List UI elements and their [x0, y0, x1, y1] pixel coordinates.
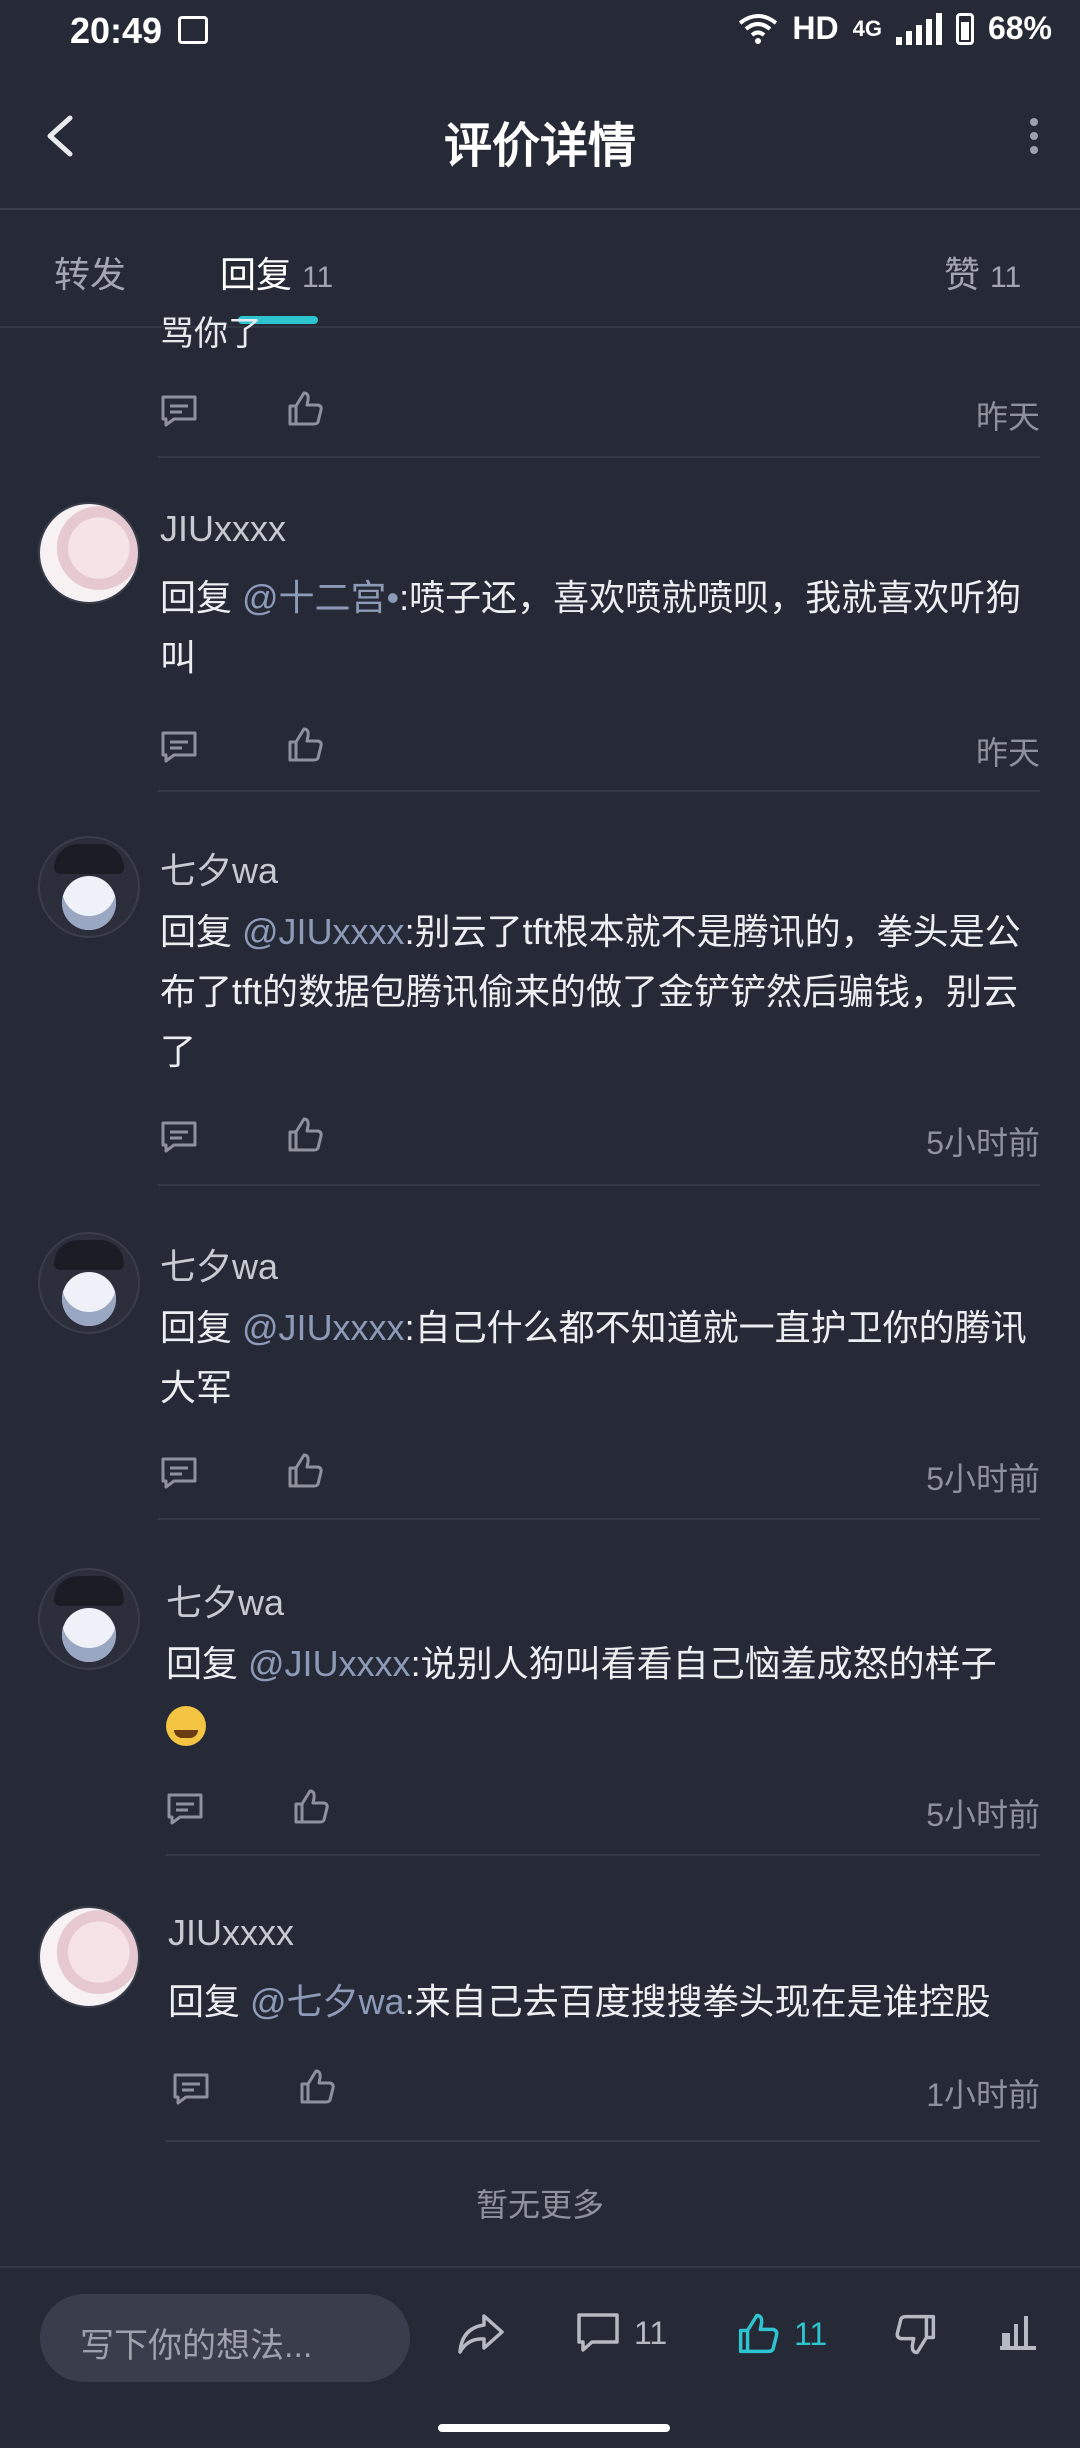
- comment-actions: 5小时前: [160, 1114, 1040, 1161]
- reply-icon[interactable]: [172, 2072, 210, 2106]
- more-options-icon[interactable]: [1028, 118, 1040, 154]
- comment-time: 昨天: [975, 399, 1040, 435]
- comment-text: 回复 @七夕wa:来自己去百度搜搜拳头现在是谁控股: [168, 1972, 1040, 2032]
- comment-actions: 昨天: [160, 724, 1040, 771]
- mention-link[interactable]: @十二宫•: [242, 577, 399, 618]
- mention-link[interactable]: @JIUxxxx: [242, 911, 405, 952]
- divider: [158, 1184, 1040, 1186]
- tab-replies-label: 回复: [220, 254, 293, 295]
- reply-icon[interactable]: [160, 1456, 198, 1490]
- comment-content: :来自己去百度搜搜拳头现在是谁控股: [404, 1981, 991, 2022]
- like-button[interactable]: 11: [736, 2312, 827, 2356]
- comment-time: 5小时前: [926, 1125, 1040, 1161]
- gallery-notification-icon: [178, 16, 208, 44]
- stats-button[interactable]: [996, 2312, 1040, 2352]
- avatar[interactable]: [38, 502, 140, 604]
- comment-actions: 5小时前: [166, 1786, 1040, 1833]
- avatar[interactable]: [38, 1906, 140, 2008]
- mention-link[interactable]: @JIUxxxx: [248, 1643, 411, 1684]
- comment-input[interactable]: 写下你的想法...: [40, 2294, 410, 2382]
- wifi-icon: [739, 13, 778, 44]
- home-indicator[interactable]: [438, 2424, 670, 2432]
- status-bar: 20:49 HD 4G 68%: [0, 0, 1080, 64]
- username[interactable]: 七夕wa: [166, 1574, 284, 1626]
- reply-icon[interactable]: [166, 1792, 204, 1826]
- thumbs-up-icon: [738, 2313, 779, 2354]
- comment-content: :说别人狗叫看看自己恼羞成怒的样子: [410, 1643, 997, 1684]
- avatar[interactable]: [38, 1568, 140, 1670]
- share-button[interactable]: [456, 2312, 506, 2356]
- like-icon[interactable]: [286, 390, 324, 428]
- signal-icon: [895, 12, 942, 45]
- like-count: 11: [794, 2315, 828, 2352]
- comment-text: 回复 @十二宫•:喷子还，喜欢喷就喷呗，我就喜欢听狗叫: [160, 568, 1040, 688]
- username[interactable]: 七夕wa: [160, 1238, 278, 1290]
- comment-button[interactable]: 11: [576, 2312, 667, 2354]
- like-icon[interactable]: [286, 726, 324, 764]
- comment-time: 昨天: [975, 735, 1040, 771]
- header: 评价详情: [0, 64, 1080, 210]
- like-icon[interactable]: [298, 2068, 336, 2106]
- partial-comment-text: 骂你了: [160, 315, 262, 353]
- bottom-action-bar: 写下你的想法... 11 11: [0, 2266, 1080, 2410]
- battery-icon: [955, 12, 974, 45]
- tab-replies-count: 11: [302, 261, 334, 294]
- battery-level: 68%: [987, 10, 1052, 46]
- comment-actions: 1小时前: [172, 2066, 1040, 2113]
- divider: [166, 1854, 1040, 1856]
- reply-icon[interactable]: [160, 1120, 198, 1154]
- network-4g-label: 4G: [852, 15, 882, 41]
- reply-prefix: 回复: [160, 1307, 243, 1348]
- divider: [158, 456, 1040, 458]
- comment-text: 回复 @JIUxxxx:自己什么都不知道就一直护卫你的腾讯大军: [160, 1298, 1040, 1418]
- comment-time: 1小时前: [926, 2077, 1040, 2113]
- network-hd-label: HD: [792, 10, 839, 46]
- no-more-label: 暂无更多: [475, 2187, 604, 2223]
- reply-prefix: 回复: [160, 577, 243, 618]
- status-time: 20:49: [70, 10, 163, 51]
- comment-count: 11: [634, 2314, 668, 2351]
- reply-prefix: 回复: [168, 1981, 251, 2022]
- mention-link[interactable]: @JIUxxxx: [242, 1307, 405, 1348]
- dislike-button[interactable]: [894, 2312, 938, 2356]
- bar-chart-icon: [1000, 2316, 1036, 2350]
- reply-icon[interactable]: [160, 394, 198, 428]
- comment-text: 回复 @JIUxxxx:说别人狗叫看看自己恼羞成怒的样子: [166, 1634, 1040, 1754]
- tab-likes-count: 11: [990, 261, 1022, 294]
- like-icon[interactable]: [286, 1452, 324, 1490]
- comment-actions: 昨天: [160, 388, 1040, 435]
- reply-icon[interactable]: [160, 730, 198, 764]
- mention-link[interactable]: @七夕wa: [250, 1981, 405, 2022]
- username[interactable]: JIUxxxx: [160, 508, 286, 550]
- tab-replies[interactable]: 回复 11: [220, 246, 333, 298]
- tab-forward-label: 转发: [54, 254, 127, 295]
- thumbs-down-icon: [895, 2314, 936, 2355]
- comment-time: 5小时前: [926, 1797, 1040, 1833]
- like-icon[interactable]: [292, 1788, 330, 1826]
- reply-prefix: 回复: [160, 911, 243, 952]
- tab-likes-label: 赞: [944, 254, 981, 295]
- username[interactable]: JIUxxxx: [168, 1912, 294, 1954]
- like-icon[interactable]: [286, 1116, 324, 1154]
- sweat-smile-emoji-icon: [166, 1706, 206, 1747]
- comment-input-placeholder: 写下你的想法...: [80, 2327, 313, 2365]
- status-icons: HD 4G 68%: [738, 10, 1052, 47]
- divider: [158, 1518, 1040, 1520]
- page-title: 评价详情: [443, 120, 636, 173]
- comment-text: 回复 @JIUxxxx:别云了tft根本就不是腾讯的，拳头是公布了tft的数据包…: [160, 902, 1040, 1082]
- tab-forward[interactable]: 转发: [54, 246, 126, 298]
- share-icon: [458, 2314, 504, 2354]
- comment-time: 5小时前: [926, 1461, 1040, 1497]
- divider: [158, 790, 1040, 792]
- reply-prefix: 回复: [166, 1643, 249, 1684]
- comment-actions: 5小时前: [160, 1450, 1040, 1497]
- avatar[interactable]: [38, 836, 140, 938]
- comment-icon: [577, 2313, 619, 2352]
- divider: [166, 2140, 1040, 2142]
- username[interactable]: 七夕wa: [160, 842, 278, 894]
- avatar[interactable]: [38, 1232, 140, 1334]
- tab-likes[interactable]: 赞 11: [944, 246, 1021, 298]
